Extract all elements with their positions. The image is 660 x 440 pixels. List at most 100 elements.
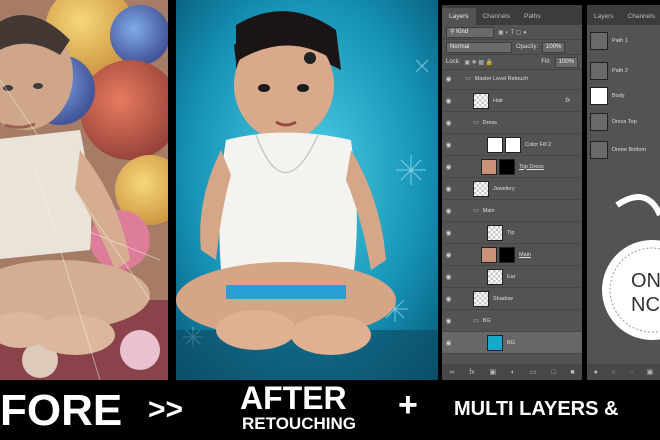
- path-thumbnail: [590, 113, 608, 131]
- layer-thumbnail: [487, 268, 503, 285]
- layer-row-hair[interactable]: ◉ Hair fx: [442, 90, 582, 112]
- layer-name: Jewelery: [493, 185, 515, 192]
- layer-thumbnail: [473, 180, 489, 197]
- tab-paths[interactable]: Paths: [517, 8, 548, 25]
- selection-icon[interactable]: ◌: [629, 369, 633, 376]
- layer-name: Color Fill 2: [525, 141, 552, 148]
- eye-icon[interactable]: ◉: [442, 119, 455, 127]
- paths-bottom-bar: ● ○ ◌ ▣: [587, 364, 660, 380]
- fill-field[interactable]: 100%: [554, 56, 578, 68]
- eye-icon[interactable]: ◉: [442, 163, 455, 171]
- layer-row-dress[interactable]: ◉ ▭ Dress: [442, 112, 582, 134]
- fx-icon[interactable]: fx: [469, 369, 474, 376]
- path-name: Dreee Bottom: [612, 147, 646, 153]
- layer-row-top-dress[interactable]: ◉ Top Dress: [442, 156, 582, 178]
- badge-text-2: NC: [631, 294, 660, 316]
- layer-name: Ear: [507, 273, 516, 280]
- path-row[interactable]: Dreee Bottom: [590, 141, 646, 159]
- layer-row-color-fill[interactable]: ◉ Color Fill 2: [442, 134, 582, 156]
- mask-thumbnail: [499, 246, 515, 263]
- after-label: AFTER: [240, 380, 347, 416]
- kind-filter[interactable]: ⚲ Kind: [446, 26, 494, 38]
- path-thumbnail: [590, 62, 608, 80]
- eye-icon[interactable]: ◉: [442, 207, 455, 215]
- layer-name: Top Dress: [519, 163, 544, 170]
- search-icon: ⚲: [450, 28, 455, 35]
- folder-icon[interactable]: ▭: [530, 368, 537, 376]
- eye-icon[interactable]: ◉: [442, 317, 455, 325]
- paths-panel: Layers Channels Path 1 Path 2 Body Dress…: [587, 5, 660, 380]
- paths-panel-tabs: Layers Channels: [587, 5, 660, 25]
- badge-text-1: ON: [631, 270, 660, 292]
- layer-row-master[interactable]: ◉ ▭ Master Level Retouch: [442, 68, 582, 90]
- adjustment-icon[interactable]: ◐: [511, 369, 515, 376]
- lock-label: Lock:: [446, 59, 461, 65]
- tab-channels[interactable]: Channels: [476, 8, 517, 25]
- path-thumbnail: [590, 32, 608, 50]
- layer-name: Master Level Retouch: [474, 75, 529, 82]
- eye-icon[interactable]: ◉: [442, 273, 455, 281]
- eye-icon[interactable]: ◉: [442, 141, 455, 149]
- eye-icon[interactable]: ◉: [442, 97, 455, 105]
- folder-icon: ▭: [465, 76, 471, 82]
- lock-icons[interactable]: ▣ ✚ ▩ 🔒: [464, 59, 493, 66]
- layer-row-jewelery[interactable]: ◉ Jewelery: [442, 178, 582, 200]
- blend-mode-select[interactable]: Normal: [446, 41, 512, 53]
- layer-row-main-group[interactable]: ◉ ▭ Main: [442, 200, 582, 222]
- trash-icon[interactable]: ■: [570, 369, 574, 376]
- retouching-label: RETOUCHING: [242, 414, 356, 433]
- layer-list: ◉ ▭ Master Level Retouch ◉ Hair fx ◉ ▭ D…: [442, 68, 582, 364]
- mask-icon[interactable]: ▣: [647, 368, 654, 376]
- eye-icon[interactable]: ◉: [442, 339, 455, 347]
- stroke-path-icon[interactable]: ○: [611, 369, 615, 376]
- after-photo: [176, 0, 438, 380]
- path-name: Path 1: [612, 38, 628, 44]
- filter-row: ⚲ Kind ▣ ◐ T ▢ ●: [442, 25, 582, 40]
- layer-thumbnail: [473, 92, 489, 109]
- fill-path-icon[interactable]: ●: [594, 369, 598, 376]
- layer-row-ear[interactable]: ◉ Ear: [442, 266, 582, 288]
- eye-icon[interactable]: ◉: [442, 229, 455, 237]
- path-row[interactable]: Dress Top: [590, 113, 637, 131]
- layer-row-tip[interactable]: ◉ Tip: [442, 222, 582, 244]
- new-layer-icon[interactable]: □: [551, 369, 555, 376]
- layer-thumbnail: [487, 334, 503, 351]
- kind-label: Kind: [456, 28, 469, 35]
- layer-name: Main: [519, 251, 531, 258]
- before-label: FORE: [0, 386, 123, 435]
- layer-row-main[interactable]: ◉ Main: [442, 244, 582, 266]
- multi-layers-label: MULTI LAYERS &: [454, 398, 619, 420]
- layers-panel-tabs: Layers Channels Paths: [442, 5, 582, 25]
- link-icon[interactable]: ∞: [449, 369, 454, 376]
- mask-thumbnail: [505, 136, 521, 153]
- path-row[interactable]: Path 2: [590, 62, 628, 80]
- opacity-field[interactable]: 100%: [542, 41, 566, 53]
- eye-icon[interactable]: ◉: [442, 185, 455, 193]
- layer-name: Hair: [493, 97, 504, 104]
- layers-bottom-bar: ∞ fx ▣ ◐ ▭ □ ■: [442, 364, 582, 380]
- path-name: Dress Top: [612, 119, 637, 125]
- eye-icon[interactable]: ◉: [442, 251, 455, 259]
- layer-name: BG: [507, 339, 515, 346]
- layer-thumbnail: [473, 290, 489, 307]
- opacity-label: Opacity:: [516, 44, 539, 50]
- tab-layers[interactable]: Layers: [442, 8, 476, 25]
- filter-icons[interactable]: ▣ ◐ T ▢ ●: [498, 29, 527, 36]
- layer-row-bg[interactable]: ◉ BG: [442, 332, 582, 354]
- path-row[interactable]: Path 1: [590, 32, 628, 50]
- eye-icon[interactable]: ◉: [442, 295, 455, 303]
- layer-row-shadow[interactable]: ◉ Shadow: [442, 288, 582, 310]
- tab-channels[interactable]: Channels: [621, 8, 660, 25]
- tab-layers[interactable]: Layers: [587, 8, 621, 25]
- blend-row: Normal Opacity: 100%: [442, 40, 582, 55]
- folder-icon: ▭: [473, 208, 479, 214]
- before-photo-illustration: [0, 0, 168, 380]
- layer-name: Main: [482, 207, 495, 214]
- eye-icon[interactable]: ◉: [442, 75, 455, 83]
- fx-icon[interactable]: fx: [565, 98, 570, 104]
- plus-label: +: [398, 386, 418, 424]
- mask-icon[interactable]: ▣: [489, 368, 496, 376]
- before-photo: [0, 0, 168, 380]
- layer-row-bg-group[interactable]: ◉ ▭ BG: [442, 310, 582, 332]
- path-row[interactable]: Body: [590, 87, 625, 105]
